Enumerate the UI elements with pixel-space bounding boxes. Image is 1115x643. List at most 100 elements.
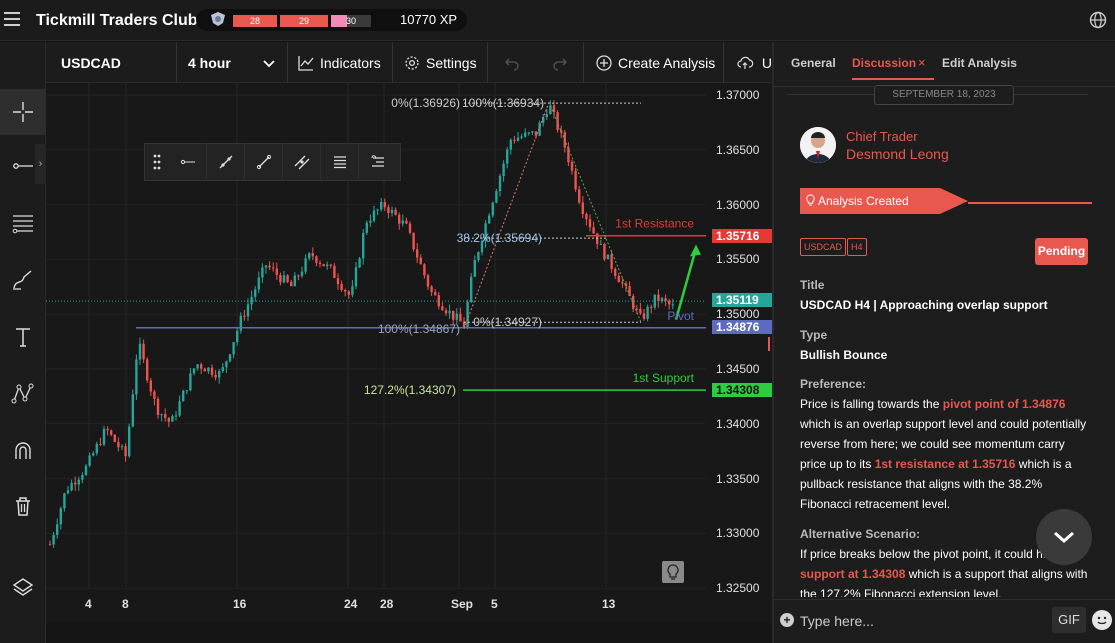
emoji-icon[interactable] xyxy=(1092,610,1112,630)
candle-body xyxy=(491,202,494,216)
candle-body xyxy=(182,390,185,402)
xp-total: 10770 XP xyxy=(400,12,458,27)
drag-handle-icon[interactable] xyxy=(145,153,169,171)
candle-body xyxy=(63,493,66,509)
chart-area[interactable]: 0%(1.36926) 100%(1.36934) 38.2%(1.35694) 10… xyxy=(46,83,772,623)
draw-parallel-channel[interactable] xyxy=(283,143,321,181)
xp-segment-3: 30 xyxy=(331,15,371,27)
candle-body xyxy=(416,249,419,258)
candle-body xyxy=(362,232,365,259)
candle-body xyxy=(178,401,181,416)
draw-segment[interactable] xyxy=(245,143,283,181)
candle-body xyxy=(297,275,300,277)
symbol-selector[interactable]: USDCAD xyxy=(46,42,177,83)
support-price-label: 1.34308 xyxy=(712,383,772,397)
pattern-tool[interactable] xyxy=(0,371,46,417)
candle-body xyxy=(225,361,228,368)
rank-badge-icon xyxy=(211,12,225,26)
current-price-label: 1.35119 xyxy=(712,293,772,307)
candle-body xyxy=(592,227,595,234)
draw-horizontal-line[interactable] xyxy=(169,143,207,181)
brush-tool[interactable] xyxy=(0,257,46,303)
tab-edit-analysis[interactable]: Edit Analysis xyxy=(942,56,1017,70)
undo-button[interactable] xyxy=(488,42,536,83)
candle-body xyxy=(203,368,206,372)
text-tool[interactable] xyxy=(0,314,46,360)
timeframe-dropdown[interactable]: 4 hour xyxy=(177,42,288,83)
x-tick-label: 4 xyxy=(85,597,92,611)
candle-body xyxy=(570,162,574,171)
candle-body xyxy=(603,243,606,260)
candle-body xyxy=(333,265,336,279)
candle-body xyxy=(639,308,642,314)
redo-button[interactable] xyxy=(536,42,584,83)
candle-body xyxy=(153,391,156,399)
status-badge[interactable]: Pending xyxy=(1035,238,1088,265)
magnet-tool[interactable] xyxy=(0,428,46,474)
candle-body xyxy=(110,430,113,435)
pivot-price-label: 1.34876 xyxy=(712,320,772,334)
crosshair-tool[interactable] xyxy=(0,89,46,135)
close-tab-icon[interactable]: × xyxy=(918,55,926,70)
fib-tool[interactable] xyxy=(0,200,46,246)
candle-body xyxy=(617,275,620,283)
globe-icon[interactable] xyxy=(1089,11,1107,29)
candle-body xyxy=(311,253,314,257)
candle-body xyxy=(290,281,293,287)
drawing-toolbar xyxy=(144,143,401,181)
title-label: Title xyxy=(800,278,825,292)
candle-body xyxy=(250,296,253,305)
candle-body xyxy=(434,292,437,296)
xp-segment-2: 29 xyxy=(280,15,328,27)
create-analysis-button[interactable]: Create Analysis xyxy=(584,42,724,83)
candle-body xyxy=(509,139,512,150)
candle-body xyxy=(282,275,286,283)
candle-body xyxy=(113,434,116,442)
undo-icon xyxy=(505,58,519,71)
crosshair-icon xyxy=(13,102,33,122)
candle-body xyxy=(650,306,653,308)
candle-body xyxy=(477,252,480,261)
candle-body xyxy=(322,264,325,267)
avatar[interactable] xyxy=(800,127,836,163)
xp-segment-1: 28 xyxy=(233,15,277,27)
candle-body xyxy=(131,394,134,427)
author-name[interactable]: Desmond Leong xyxy=(846,146,949,162)
price-axis[interactable]: 1.32500 1.33000 1.33500 1.34000 1.34500 1.350… xyxy=(708,83,772,623)
settings-button[interactable]: Settings xyxy=(393,42,488,83)
preference-section: Preference: Price is falling towards the… xyxy=(800,374,1092,514)
candle-body xyxy=(174,415,178,417)
chevron-down-icon xyxy=(1054,531,1074,544)
delete-tool[interactable] xyxy=(0,483,46,529)
candle-body xyxy=(318,262,322,265)
upload-button[interactable]: U xyxy=(724,42,772,83)
candle-body xyxy=(92,453,95,456)
draw-fib-retracement[interactable] xyxy=(321,143,359,181)
candle-body xyxy=(329,264,332,266)
lightbulb-button[interactable] xyxy=(662,561,684,583)
scroll-down-button[interactable] xyxy=(1036,509,1092,565)
candle-body xyxy=(383,202,386,208)
candle-body xyxy=(506,149,509,164)
y-tick-label: 1.34500 xyxy=(716,362,760,376)
pattern-icon xyxy=(11,383,34,404)
draw-trend-line[interactable] xyxy=(207,143,245,181)
tab-discussion[interactable]: Discussion xyxy=(852,56,916,70)
candle-body xyxy=(340,284,343,291)
candle-body xyxy=(498,175,502,192)
add-attachment-icon[interactable]: + xyxy=(780,613,794,627)
indicators-button[interactable]: Indicators xyxy=(288,42,393,83)
create-analysis-label: Create Analysis xyxy=(618,54,716,71)
menu-icon[interactable] xyxy=(4,12,20,26)
candle-body xyxy=(88,455,91,466)
horizontal-ray-tool[interactable] xyxy=(0,143,46,189)
candle-body xyxy=(408,223,412,233)
gif-button[interactable]: GIF xyxy=(1052,607,1086,633)
candle-body xyxy=(95,443,98,454)
draw-fib-extension[interactable] xyxy=(359,143,397,181)
tab-general[interactable]: General xyxy=(791,56,836,70)
title-section: Title USDCAD H4 | Approaching overlap su… xyxy=(800,275,1092,315)
layers-tool[interactable] xyxy=(0,565,46,611)
message-input[interactable] xyxy=(800,610,1040,632)
candle-body xyxy=(394,209,397,215)
